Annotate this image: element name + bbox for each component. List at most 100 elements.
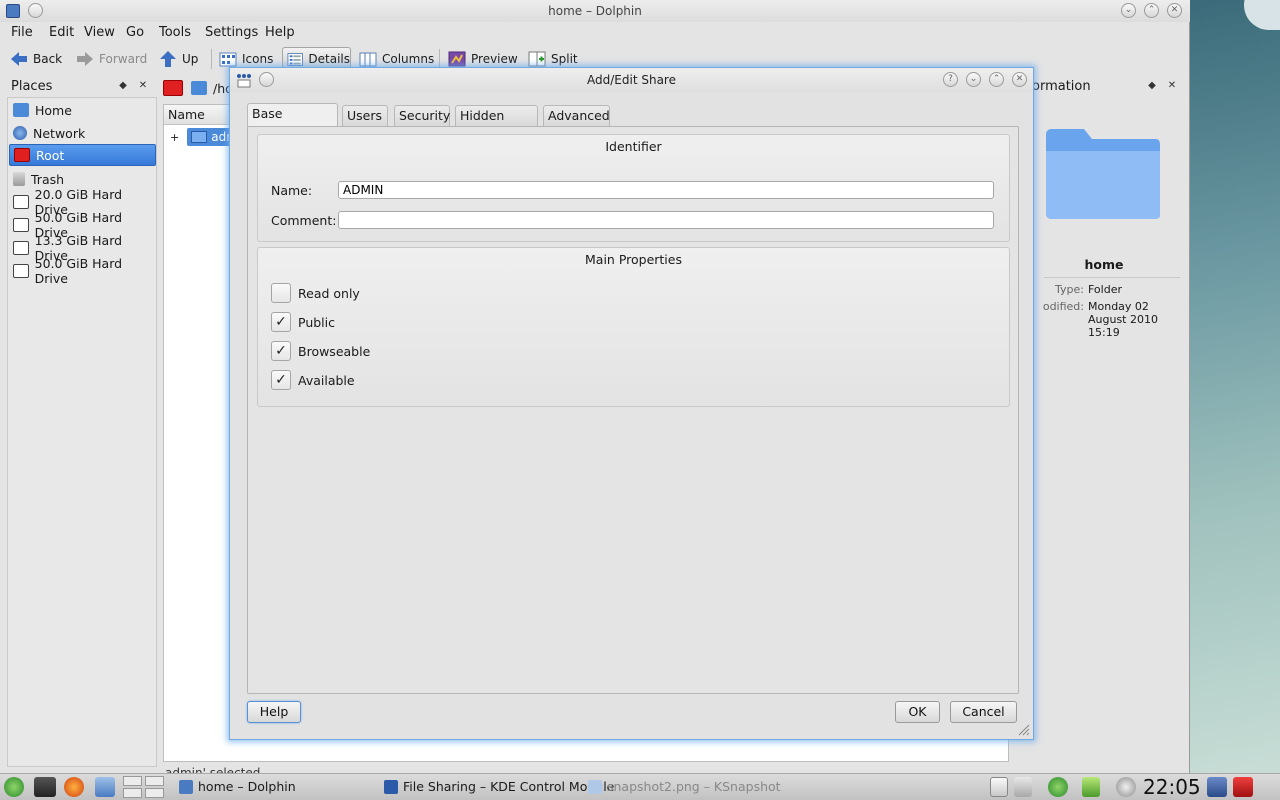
clipboard-icon[interactable] xyxy=(990,777,1008,797)
dialog-menu-button[interactable] xyxy=(259,72,274,87)
place-item-drive-4[interactable]: 50.0 GiB Hard Drive xyxy=(9,256,156,286)
dialog-title: Add/Edit Share xyxy=(587,73,676,87)
comment-label: Comment: xyxy=(271,213,337,228)
volume-icon[interactable] xyxy=(1014,777,1032,797)
tab-security[interactable]: Security xyxy=(394,105,450,127)
menu-tools[interactable]: Tools xyxy=(159,25,191,40)
read-only-checkbox[interactable]: Read only xyxy=(271,283,360,303)
checkmark-icon[interactable]: ✓ xyxy=(271,341,291,361)
menu-view[interactable]: View xyxy=(84,25,115,40)
public-checkbox[interactable]: ✓ Public xyxy=(271,312,335,332)
place-item-home[interactable]: Home xyxy=(9,99,156,121)
menu-go[interactable]: Go xyxy=(126,25,144,40)
forward-button[interactable]: Forward xyxy=(72,47,147,71)
kde-launcher-icon[interactable] xyxy=(4,777,24,797)
desktop-background xyxy=(1190,0,1280,775)
name-label: Name: xyxy=(271,183,313,198)
update-icon[interactable] xyxy=(1048,777,1068,797)
file-sharing-task-icon xyxy=(384,780,398,794)
tab-label: Security xyxy=(399,108,451,123)
panel-close-icon[interactable]: ✕ xyxy=(137,80,149,92)
dialog-minimize-button[interactable]: ⌄ xyxy=(966,72,981,87)
checkmark-icon[interactable]: ✓ xyxy=(271,312,291,332)
place-item-root[interactable]: Root xyxy=(9,144,156,166)
browseable-label: Browseable xyxy=(298,343,371,359)
information-panel: ormation ◆ ✕ home Type: Folder odified: … xyxy=(1014,77,1186,677)
network-globe-icon xyxy=(13,126,27,140)
up-label: Up xyxy=(182,52,199,66)
checkbox-unchecked-icon[interactable] xyxy=(271,283,291,303)
columns-view-label: Columns xyxy=(382,52,435,66)
close-button[interactable]: ✕ xyxy=(1167,3,1182,18)
task-label: snapshot2.png – KSnapshot xyxy=(607,779,781,794)
back-button[interactable]: Back xyxy=(6,47,62,71)
minimize-button[interactable]: ⌄ xyxy=(1121,3,1136,18)
dialog-app-icon[interactable] xyxy=(236,72,252,88)
back-label: Back xyxy=(33,52,63,66)
menu-edit[interactable]: Edit xyxy=(49,25,74,40)
places-title: Places xyxy=(11,79,53,94)
task-file-sharing[interactable]: File Sharing – KDE Control Module xyxy=(384,776,614,798)
help-button[interactable]: Help xyxy=(247,701,301,723)
maximize-button[interactable]: ⌃ xyxy=(1144,3,1159,18)
tab-label: Advanced xyxy=(548,108,610,123)
split-icon xyxy=(528,51,546,67)
split-label: Split xyxy=(551,52,578,66)
folder-icon xyxy=(191,131,208,143)
checkmark-icon[interactable]: ✓ xyxy=(271,370,291,390)
cancel-button[interactable]: Cancel xyxy=(950,701,1017,723)
task-ksnapshot[interactable]: snapshot2.png – KSnapshot xyxy=(588,776,781,798)
clock[interactable]: 22:05 xyxy=(1143,775,1201,799)
folder-preview-icon xyxy=(1046,129,1160,219)
toolbar-separator xyxy=(211,49,212,69)
panel-float-icon[interactable]: ◆ xyxy=(1146,80,1158,92)
place-label: Trash xyxy=(31,171,65,187)
place-label: Home xyxy=(35,102,72,118)
help-question-icon[interactable]: ? xyxy=(943,72,958,87)
browseable-checkbox[interactable]: ✓ Browseable xyxy=(271,341,370,361)
power-icon[interactable] xyxy=(1233,777,1253,797)
window-titlebar[interactable]: home – Dolphin ⌄ ⌃ ✕ xyxy=(0,0,1190,22)
root-folder-icon[interactable] xyxy=(163,80,183,96)
add-edit-share-dialog: Add/Edit Share ? ⌄ ⌃ ✕ Base Settings Use… xyxy=(229,67,1034,740)
place-label: Root xyxy=(36,147,65,163)
places-panel: Places ◆ ✕ Home Network Root Trash 20.0 … xyxy=(5,77,157,767)
panel-close-icon[interactable]: ✕ xyxy=(1166,80,1178,92)
show-desktop-icon[interactable] xyxy=(34,777,56,797)
pager-icon[interactable] xyxy=(123,776,165,798)
panel-float-icon[interactable]: ◆ xyxy=(117,80,129,92)
up-button[interactable]: Up xyxy=(155,47,198,71)
expand-icon[interactable]: + xyxy=(170,131,179,144)
ok-button[interactable]: OK xyxy=(895,701,940,723)
lock-screen-icon[interactable] xyxy=(1207,777,1227,797)
dialog-maximize-button[interactable]: ⌃ xyxy=(989,72,1004,87)
toolbar-separator xyxy=(439,49,440,69)
forward-arrow-icon xyxy=(77,52,93,66)
tab-advanced[interactable]: Advanced xyxy=(543,105,610,127)
forward-label: Forward xyxy=(99,52,148,66)
task-dolphin[interactable]: home – Dolphin xyxy=(179,776,296,798)
file-manager-icon[interactable] xyxy=(95,777,115,797)
menu-help[interactable]: Help xyxy=(265,25,295,40)
tab-base-settings[interactable]: Base Settings xyxy=(247,103,338,141)
dialog-close-button[interactable]: ✕ xyxy=(1012,72,1027,87)
resize-grip-icon[interactable] xyxy=(1016,722,1030,736)
tab-users[interactable]: Users xyxy=(342,105,388,127)
dialog-titlebar[interactable]: Add/Edit Share ? ⌄ ⌃ ✕ xyxy=(230,68,1033,92)
available-checkbox[interactable]: ✓ Available xyxy=(271,370,355,390)
battery-icon[interactable] xyxy=(1082,777,1100,797)
name-input[interactable] xyxy=(338,181,994,199)
place-item-network[interactable]: Network xyxy=(9,122,156,144)
menu-settings[interactable]: Settings xyxy=(205,25,258,40)
folder-icon xyxy=(191,81,207,95)
menu-file[interactable]: File xyxy=(11,25,33,40)
place-label: Network xyxy=(33,125,86,141)
firefox-icon[interactable] xyxy=(64,777,84,797)
taskbar: home – Dolphin File Sharing – KDE Contro… xyxy=(0,773,1280,800)
tab-hidden-files[interactable]: Hidden Files xyxy=(455,105,538,143)
dolphin-app-icon[interactable] xyxy=(6,4,20,18)
comment-input[interactable] xyxy=(338,211,994,229)
window-menu-button[interactable] xyxy=(28,3,43,18)
info-divider xyxy=(1044,277,1180,278)
info-icon[interactable] xyxy=(1116,777,1136,797)
